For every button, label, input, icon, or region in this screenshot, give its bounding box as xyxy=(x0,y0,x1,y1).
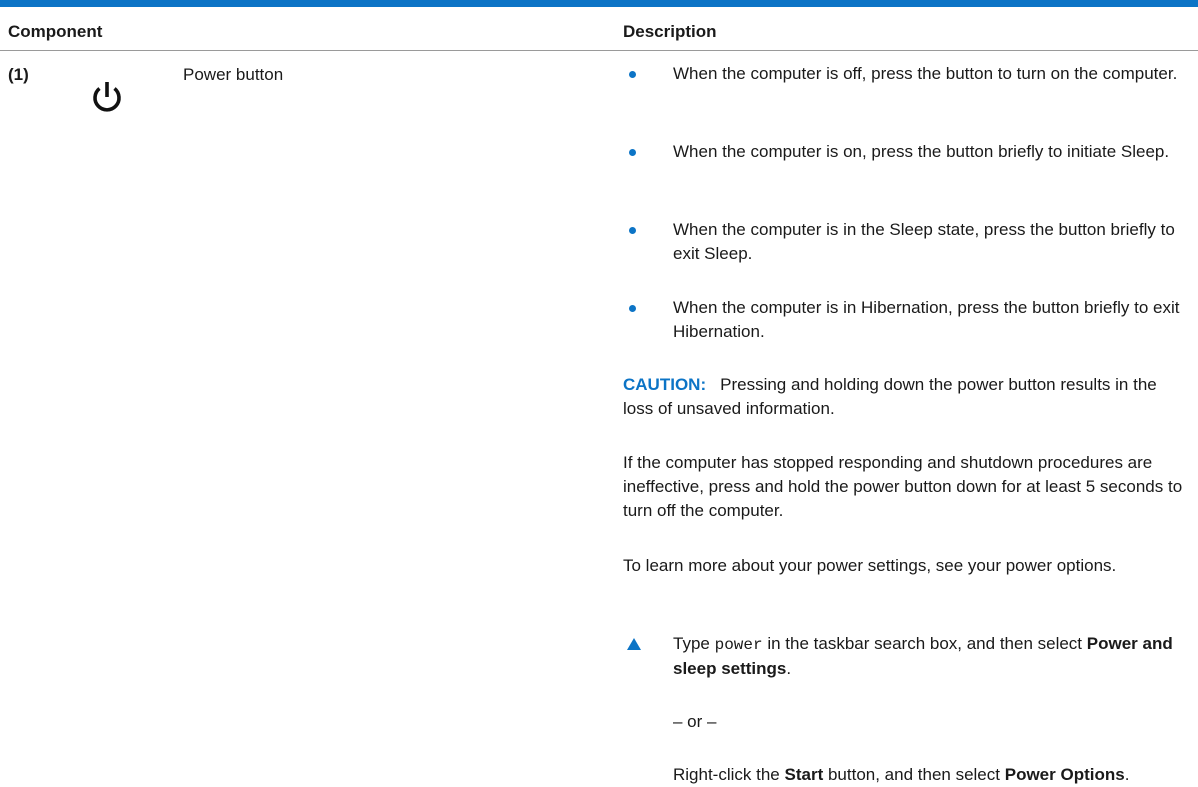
bold-power-options: Power Options xyxy=(1004,765,1125,784)
bold-start: Start xyxy=(784,765,824,784)
step-alt-text: Right-click the Start button, and then s… xyxy=(673,765,1130,784)
bullet-text: When the computer is off, press the butt… xyxy=(673,64,1178,83)
header-component: Component xyxy=(8,22,103,41)
bullet-text: When the computer is in the Sleep state,… xyxy=(673,220,1175,263)
learn-more-paragraph: To learn more about your power settings,… xyxy=(623,556,1117,575)
bullet-dot xyxy=(629,227,636,234)
bullet-dot xyxy=(629,305,636,312)
bullet-dot xyxy=(629,149,636,156)
document-page: Component Description (1) Power button W… xyxy=(0,0,1198,784)
caution-note: CAUTION: Pressing and holding down the po… xyxy=(623,373,1183,421)
caution-label: CAUTION: xyxy=(623,375,707,394)
component-name: Power button xyxy=(183,65,284,84)
table-header-row: Component Description xyxy=(0,7,1198,51)
triangle-bullet-icon xyxy=(627,638,641,650)
bullet-text: When the computer is in Hibernation, pre… xyxy=(673,298,1180,341)
header-description: Description xyxy=(623,22,717,41)
power-icon xyxy=(93,82,121,112)
code-power: power xyxy=(714,636,763,654)
component-number: (1) xyxy=(8,65,29,84)
or-separator: – or – xyxy=(673,712,717,731)
bullet-dot xyxy=(629,71,636,78)
unresponsive-paragraph: If the computer has stopped responding a… xyxy=(623,453,1183,520)
top-rule xyxy=(0,0,1198,7)
bullet-text: When the computer is on, press the butto… xyxy=(673,142,1170,161)
step-text: Type power in the taskbar search box, an… xyxy=(673,634,1173,678)
